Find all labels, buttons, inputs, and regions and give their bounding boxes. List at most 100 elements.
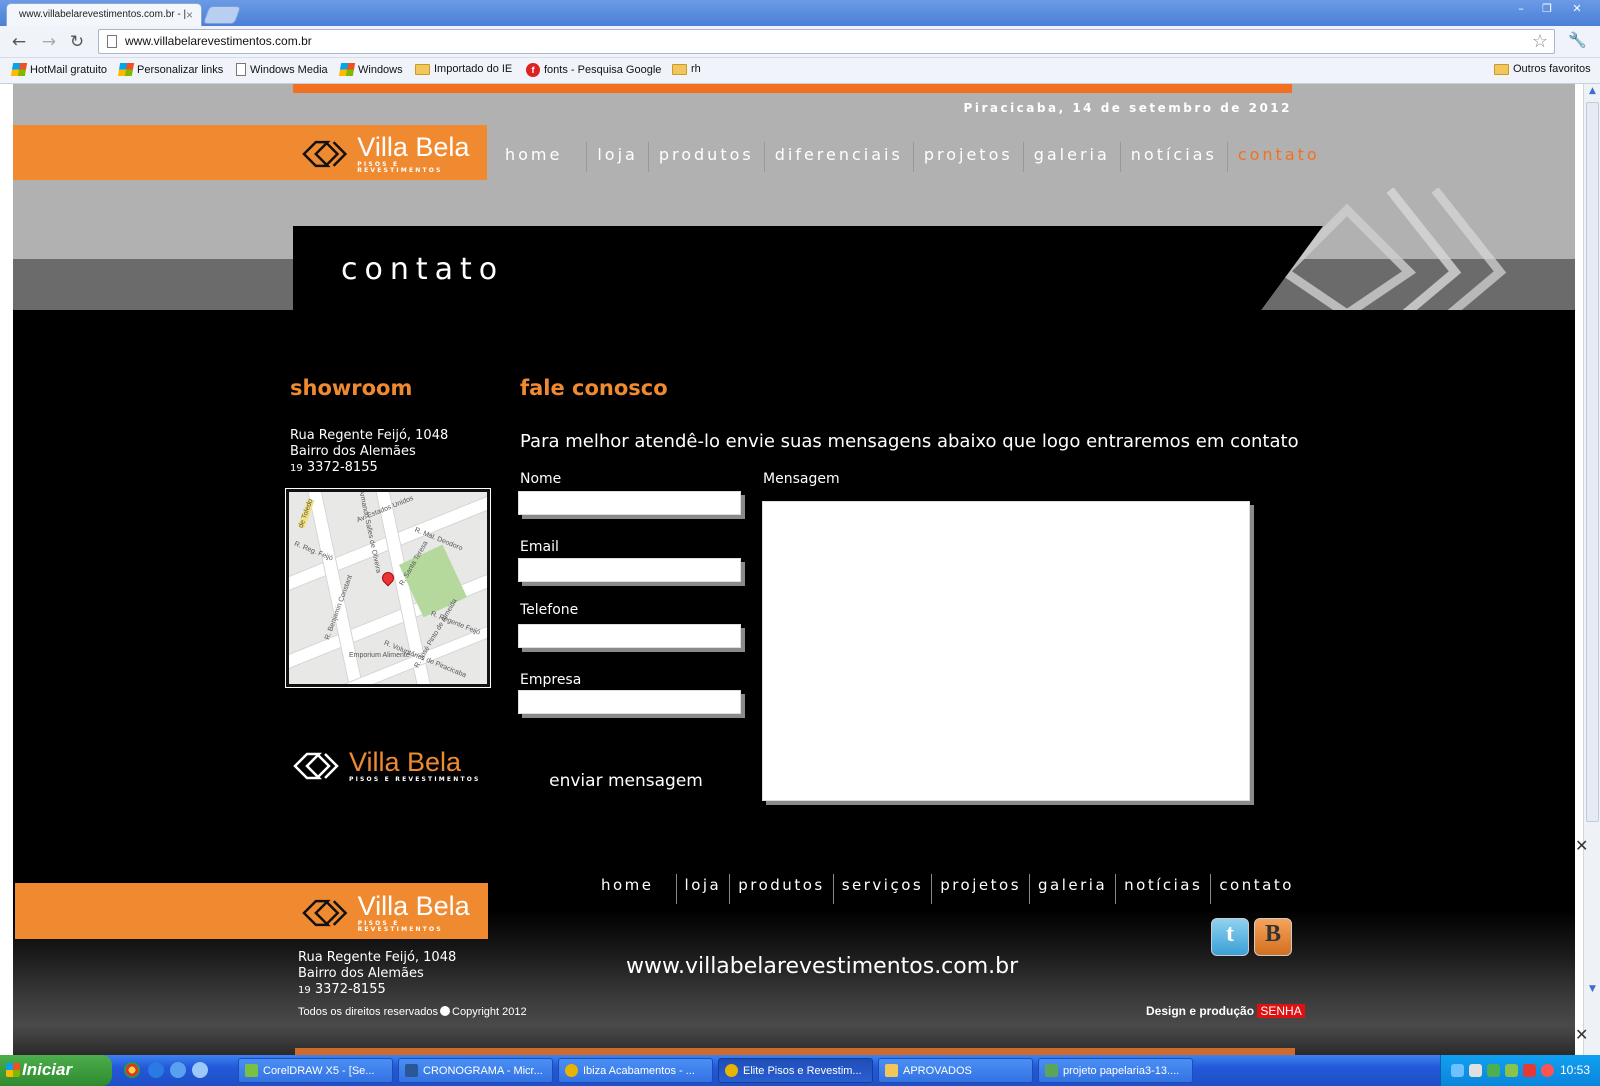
task-elite[interactable]: Elite Pisos e Revestim...: [718, 1058, 873, 1083]
antivirus-icon[interactable]: [1523, 1064, 1536, 1077]
twitter-glyph: t: [1226, 921, 1234, 947]
windows-flag-icon: [6, 1063, 20, 1077]
wrench-icon[interactable]: 🔧: [1568, 31, 1587, 49]
back-arrow-icon[interactable]: ←: [8, 32, 30, 52]
reload-icon[interactable]: ↻: [66, 32, 88, 52]
content-logo: Villa Bela PISOS E REVESTIMENTOS: [293, 749, 481, 783]
windows-icon: [338, 63, 356, 76]
tray-alert-icon[interactable]: [1541, 1064, 1554, 1077]
quicklaunch-icon[interactable]: [170, 1062, 186, 1078]
footer-site-url[interactable]: www.villabelarevestimentos.com.br: [626, 954, 1018, 979]
phone-input[interactable]: [518, 624, 741, 648]
nav-diferenciais[interactable]: diferenciais: [763, 142, 913, 172]
tray-app-icon[interactable]: [1505, 1064, 1518, 1077]
ie-icon[interactable]: [148, 1062, 164, 1078]
footer-nav-projetos[interactable]: projetos: [931, 874, 1029, 904]
bookmark-fonts-google[interactable]: f fonts - Pesquisa Google: [526, 63, 661, 77]
battery-icon[interactable]: [1487, 1064, 1500, 1077]
vertical-scrollbar[interactable]: ▲ ▼: [1583, 84, 1600, 1055]
bookmark-windows-media[interactable]: Windows Media: [236, 63, 328, 76]
footer-nav-contato[interactable]: contato: [1210, 874, 1302, 904]
nav-produtos[interactable]: produtos: [647, 142, 764, 172]
company-input[interactable]: [518, 690, 741, 714]
showroom-heading: showroom: [290, 376, 413, 400]
side-close-icon[interactable]: ✕: [1575, 836, 1588, 855]
network-icon[interactable]: [1451, 1064, 1464, 1077]
bookmark-windows[interactable]: Windows: [338, 63, 403, 76]
windows-icon: [10, 63, 28, 76]
showroom-map[interactable]: Av. Estados Unidos R. Mal. Deodoro R. Re…: [285, 488, 491, 688]
bookmark-rh[interactable]: rh: [672, 63, 701, 75]
name-input[interactable]: [518, 491, 741, 515]
nav-galeria[interactable]: galeria: [1022, 142, 1120, 172]
side-close-icon[interactable]: ✕: [1575, 1025, 1588, 1044]
top-accent-bar: [293, 84, 1292, 93]
task-ibiza[interactable]: Ibiza Acabamentos - ...: [558, 1058, 713, 1083]
design-brand[interactable]: SENHA: [1257, 1004, 1305, 1018]
media-player-icon[interactable]: [192, 1062, 208, 1078]
message-textarea[interactable]: [762, 501, 1250, 801]
footer-logo-box[interactable]: Villa Bela PISOS E REVESTIMENTOS: [15, 883, 488, 939]
chrome-icon[interactable]: [124, 1062, 140, 1078]
blogger-icon[interactable]: B: [1254, 918, 1292, 956]
map-label: Emporium Alimente: [349, 652, 410, 659]
address-bar[interactable]: www.villabelarevestimentos.com.br ☆: [98, 29, 1555, 54]
start-label: Iniciar: [22, 1060, 73, 1079]
bookmark-label: HotMail gratuito: [30, 63, 108, 76]
task-projeto-papelaria[interactable]: projeto papelaria3-13....: [1038, 1058, 1193, 1083]
message-label: Mensagem: [763, 471, 840, 487]
start-button[interactable]: Iniciar: [0, 1055, 112, 1086]
bookmark-importado-ie[interactable]: Importado do IE: [415, 63, 512, 75]
company-label: Empresa: [520, 672, 582, 688]
chrome-icon: [725, 1064, 738, 1077]
task-aprovados[interactable]: APROVADOS: [878, 1058, 1033, 1083]
nav-contato[interactable]: contato: [1226, 142, 1330, 172]
bookmark-label: Windows Media: [250, 63, 328, 76]
other-bookmarks[interactable]: Outros favoritos: [1494, 63, 1591, 75]
footer-nav-servicos[interactable]: serviços: [832, 874, 932, 904]
volume-icon[interactable]: [1469, 1064, 1482, 1077]
nav-noticias[interactable]: notícias: [1119, 142, 1227, 172]
task-label: Elite Pisos e Revestim...: [743, 1065, 862, 1077]
bookmark-personalizar[interactable]: Personalizar links: [117, 63, 223, 76]
nav-projetos[interactable]: projetos: [912, 142, 1023, 172]
send-message-button[interactable]: enviar mensagem: [546, 771, 706, 791]
maximize-button[interactable]: ❐: [1536, 2, 1558, 18]
footer-nav-noticias[interactable]: notícias: [1115, 874, 1210, 904]
task-coreldraw[interactable]: CorelDRAW X5 - [Se...: [238, 1058, 393, 1083]
browser-tab[interactable]: www.villabelarevestimentos.com.br - | ×: [6, 3, 202, 26]
villa-bela-logo: Villa Bela PISOS E REVESTIMENTOS: [302, 893, 488, 933]
tab-close-icon[interactable]: ×: [186, 8, 193, 22]
new-tab-button[interactable]: [202, 6, 242, 24]
header-logo-box[interactable]: Villa Bela PISOS E REVESTIMENTOS: [13, 125, 487, 180]
copyright-dot-icon: [440, 1006, 451, 1016]
footer-nav-galeria[interactable]: galeria: [1029, 874, 1115, 904]
twitter-icon[interactable]: t: [1211, 918, 1249, 956]
bookmark-hotmail[interactable]: HotMail gratuito: [10, 63, 108, 76]
screen: www.villabelarevestimentos.com.br - | × …: [0, 0, 1600, 1086]
task-cronograma[interactable]: CRONOGRAMA - Micr...: [398, 1058, 553, 1083]
bookmark-star-icon[interactable]: ☆: [1532, 31, 1548, 52]
chevron-logo-icon: [302, 899, 348, 927]
clock[interactable]: 10:53: [1560, 1063, 1590, 1077]
map-canvas[interactable]: Av. Estados Unidos R. Mal. Deodoro R. Re…: [289, 492, 487, 684]
scrollbar-thumb[interactable]: [1586, 102, 1599, 822]
scroll-up-icon[interactable]: ▲: [1586, 86, 1599, 100]
task-label: Ibiza Acabamentos - ...: [583, 1065, 695, 1077]
scroll-down-icon[interactable]: ▼: [1586, 984, 1599, 998]
nav-home[interactable]: home: [505, 142, 586, 172]
footer-nav-loja[interactable]: loja: [675, 874, 730, 904]
footer-nav-produtos[interactable]: produtos: [729, 874, 832, 904]
url-text: www.villabelarevestimentos.com.br: [125, 34, 312, 48]
footer-ddd: 19: [298, 985, 311, 996]
close-window-button[interactable]: ✕: [1566, 2, 1588, 18]
footer-district: Bairro dos Alemães: [298, 966, 424, 981]
minimize-button[interactable]: –: [1510, 2, 1532, 18]
logo-name: Villa Bela: [357, 891, 470, 921]
nav-loja[interactable]: loja: [586, 142, 647, 172]
email-input[interactable]: [518, 558, 741, 582]
forward-arrow-icon[interactable]: →: [38, 32, 60, 52]
design-text: Design e produção: [1146, 1004, 1255, 1018]
footer-nav-home[interactable]: home: [601, 874, 676, 904]
task-label: CRONOGRAMA - Micr...: [423, 1065, 543, 1077]
